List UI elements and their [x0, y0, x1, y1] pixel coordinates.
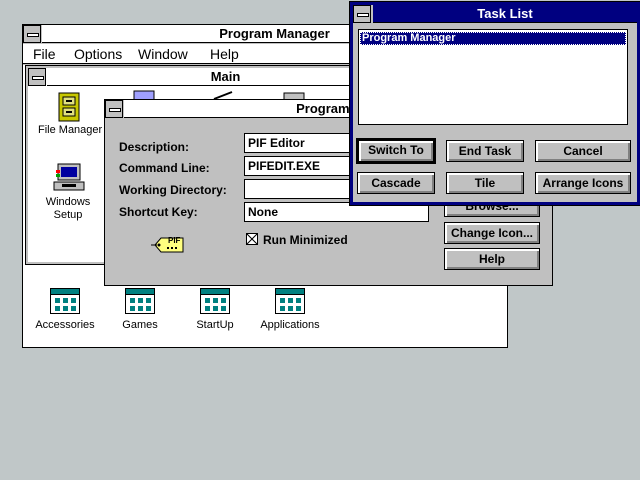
menu-file[interactable]: File	[33, 46, 56, 62]
windows-setup-icon[interactable]	[52, 162, 86, 194]
task-listbox[interactable]: Program Manager	[358, 29, 628, 125]
tile-button[interactable]: Tile	[446, 172, 524, 194]
menu-window[interactable]: Window	[138, 46, 188, 62]
windows-setup-label[interactable]: Windows Setup	[40, 196, 96, 222]
tl-system-menu-icon[interactable]	[353, 5, 371, 23]
change-icon-button[interactable]: Change Icon...	[444, 222, 540, 244]
help-button[interactable]: Help	[444, 248, 540, 270]
arrange-icons-button[interactable]: Arrange Icons	[535, 172, 631, 194]
shortcut-key-label: Shortcut Key:	[119, 205, 198, 219]
check-x-icon	[247, 234, 257, 244]
accessories-group-icon[interactable]	[50, 288, 80, 314]
accessories-label[interactable]: Accessories	[35, 319, 95, 331]
file-manager-label[interactable]: File Manager	[38, 124, 102, 136]
menu-help[interactable]: Help	[210, 46, 239, 62]
pm-system-menu-icon[interactable]	[23, 25, 41, 43]
end-task-button[interactable]: End Task	[446, 140, 524, 162]
working-directory-label: Working Directory:	[119, 183, 227, 197]
switch-to-button[interactable]: Switch To	[356, 138, 436, 164]
task-item-program-manager[interactable]: Program Manager	[360, 32, 626, 45]
games-label[interactable]: Games	[120, 319, 160, 331]
file-manager-icon[interactable]	[58, 92, 80, 122]
applications-label[interactable]: Applications	[257, 319, 323, 331]
main-system-menu-icon[interactable]	[28, 68, 46, 86]
games-group-icon[interactable]	[125, 288, 155, 314]
description-label: Description:	[119, 140, 190, 154]
tl-title[interactable]: Task List	[373, 5, 637, 23]
startup-label[interactable]: StartUp	[192, 319, 238, 331]
shortcut-key-field[interactable]: None	[244, 202, 429, 222]
run-minimized-label[interactable]: Run Minimized	[263, 233, 348, 247]
command-line-label: Command Line:	[119, 161, 210, 175]
startup-group-icon[interactable]	[200, 288, 230, 314]
menu-options[interactable]: Options	[74, 46, 122, 62]
pif-icon-text: PIF	[168, 236, 181, 245]
task-list-window[interactable]: Task List Program Manager Switch To End …	[349, 1, 640, 206]
pid-system-menu-icon[interactable]	[105, 100, 123, 118]
run-minimized-checkbox[interactable]	[246, 233, 258, 245]
applications-group-icon[interactable]	[275, 288, 305, 314]
cascade-button[interactable]: Cascade	[357, 172, 435, 194]
cancel-button[interactable]: Cancel	[535, 140, 631, 162]
